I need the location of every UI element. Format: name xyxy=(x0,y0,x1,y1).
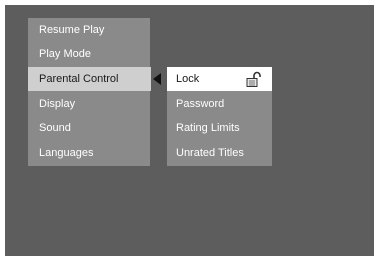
menu-item-display[interactable]: Display xyxy=(28,92,150,116)
submenu-item-label: Unrated Titles xyxy=(176,147,244,159)
submenu-arrow-icon xyxy=(153,73,161,85)
submenu-item-rating-limits[interactable]: Rating Limits xyxy=(167,116,272,140)
submenu-item-password[interactable]: Password xyxy=(167,92,272,116)
menu-item-languages[interactable]: Languages xyxy=(28,141,150,165)
menu-item-label: Resume Play xyxy=(39,24,105,36)
padlock-open-icon xyxy=(246,71,261,87)
menu-item-label: Sound xyxy=(39,122,71,134)
menu-item-resume-play[interactable]: Resume Play xyxy=(28,18,150,42)
tv-screen: Resume Play Play Mode Parental Control D… xyxy=(5,5,374,256)
submenu-item-label: Lock xyxy=(176,73,200,85)
submenu-item-unrated-titles[interactable]: Unrated Titles xyxy=(167,141,272,165)
menu-item-label: Play Mode xyxy=(39,48,91,60)
submenu-item-label: Rating Limits xyxy=(176,122,240,134)
setup-menu: Resume Play Play Mode Parental Control D… xyxy=(28,18,151,166)
menu-item-play-mode[interactable]: Play Mode xyxy=(28,42,150,66)
menu-item-label: Languages xyxy=(39,147,94,159)
menu-item-label: Parental Control xyxy=(39,73,119,85)
parental-control-submenu: Lock Password Rating Limits Unrated Titl… xyxy=(167,67,272,166)
menu-item-sound[interactable]: Sound xyxy=(28,116,150,140)
submenu-item-lock[interactable]: Lock xyxy=(167,67,272,91)
menu-item-label: Display xyxy=(39,98,76,110)
menu-item-parental-control[interactable]: Parental Control xyxy=(28,67,151,91)
submenu-item-label: Password xyxy=(176,98,225,110)
